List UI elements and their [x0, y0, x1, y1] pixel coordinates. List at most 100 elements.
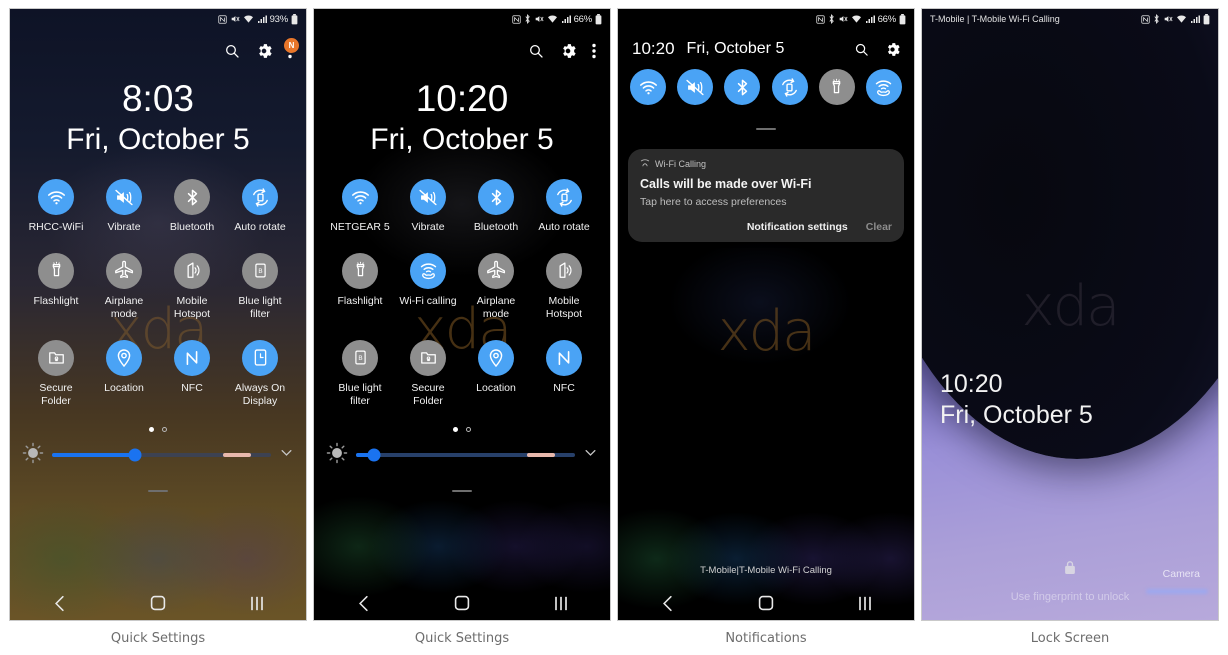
recents-icon[interactable] [537, 596, 585, 611]
recents-icon[interactable] [841, 596, 889, 611]
search-icon[interactable] [854, 42, 869, 57]
secure-folder-icon [38, 339, 74, 376]
notification-app-row: Wi-Fi Calling [640, 158, 892, 170]
back-icon[interactable] [35, 595, 83, 612]
tile-flashlight[interactable]: Flashlight [22, 252, 90, 322]
back-icon[interactable] [643, 595, 691, 612]
chevron-down-icon[interactable] [583, 445, 598, 465]
search-icon[interactable] [528, 43, 544, 59]
bluetooth-icon [524, 14, 531, 24]
more-icon[interactable] [592, 43, 596, 59]
page-dot-inactive[interactable] [162, 426, 167, 432]
panel-grabber[interactable] [618, 117, 914, 135]
tile-wi-fi[interactable] [630, 69, 666, 105]
camera-shortcut[interactable]: Camera [1163, 568, 1200, 580]
tile-mobile-hotspot[interactable]: Mobile Hotspot [158, 252, 226, 322]
tile-rhcc-wifi[interactable]: RHCC-WiFi [22, 179, 90, 235]
bluetooth-icon [1153, 14, 1160, 24]
brightness-knob[interactable] [367, 448, 381, 462]
page-dot-active[interactable] [149, 426, 154, 432]
nfc-icon [174, 339, 210, 376]
tile-mobile-hotspot[interactable]: Mobile Hotspot [530, 252, 598, 322]
tile-airplane-mode[interactable]: Airplane mode [462, 252, 530, 322]
tile-blue-light-filter[interactable]: B Blue light filter [226, 252, 294, 322]
page-dots [10, 426, 306, 432]
tile-label-10: Location [476, 381, 516, 394]
bluetooth-icon [724, 69, 761, 105]
gear-icon[interactable] [560, 43, 576, 59]
tile-vibrate[interactable] [677, 69, 714, 105]
tile-nfc[interactable]: NFC [530, 339, 598, 409]
tile-flashlight[interactable] [818, 69, 855, 105]
more-icon[interactable]: N [284, 38, 299, 59]
notification-settings-button[interactable]: Notification settings [747, 221, 848, 233]
tile-always-on-display[interactable]: Always On Display [226, 339, 294, 409]
notification-card[interactable]: Wi-Fi Calling Calls will be made over Wi… [628, 149, 904, 242]
tile-wi-fi-calling[interactable] [865, 69, 902, 105]
tile-auto-rotate[interactable] [771, 69, 808, 105]
battery-icon [899, 13, 906, 25]
search-icon[interactable] [224, 43, 240, 59]
brightness-slider[interactable] [52, 448, 271, 462]
brightness-auto-marker [526, 453, 555, 457]
tile-auto-rotate[interactable]: Auto rotate [226, 179, 294, 235]
back-icon[interactable] [339, 595, 387, 612]
nfc-icon [815, 14, 825, 24]
secure-folder-icon [410, 339, 446, 376]
blue-light-icon: B [342, 339, 378, 376]
tile-secure-folder[interactable]: Secure Folder [22, 339, 90, 409]
tile-nfc[interactable]: NFC [158, 339, 226, 409]
gear-icon[interactable] [885, 42, 900, 57]
tile-flashlight[interactable]: Flashlight [326, 252, 394, 322]
bluetooth-icon [828, 14, 835, 24]
panel-grabber[interactable] [314, 479, 610, 497]
panel-grabber[interactable] [10, 479, 306, 497]
page-dot-inactive[interactable] [466, 426, 471, 432]
recents-icon[interactable] [233, 596, 281, 611]
tile-label-7: Mobile Hotspot [545, 294, 583, 321]
clear-button[interactable]: Clear [866, 221, 892, 233]
tile-wi-fi-calling[interactable]: Wi-Fi calling [394, 252, 462, 322]
airplane-icon [478, 252, 514, 289]
tile-bluetooth[interactable]: Bluetooth [462, 179, 530, 235]
auto-rotate-icon [771, 69, 808, 105]
brightness-fill [52, 453, 136, 457]
tile-netgear-5[interactable]: NETGEAR 5 [326, 179, 394, 235]
mute-icon [1163, 14, 1173, 24]
brightness-icon[interactable] [326, 442, 348, 469]
home-icon[interactable] [134, 595, 182, 611]
tile-bluetooth[interactable]: Bluetooth [158, 179, 226, 235]
signal-icon [865, 15, 875, 24]
wifi-icon [547, 15, 558, 24]
tile-bluetooth[interactable] [724, 69, 761, 105]
tile-vibrate[interactable]: Vibrate [394, 179, 462, 235]
navigation-bar [618, 586, 914, 620]
tile-airplane-mode[interactable]: Airplane mode [90, 252, 158, 322]
tile-secure-folder[interactable]: Secure Folder [394, 339, 462, 409]
notifications-header: 10:20 Fri, October 5 [618, 29, 914, 59]
always-on-display-icon [242, 339, 278, 376]
page-dot-active[interactable] [453, 426, 458, 432]
home-icon[interactable] [742, 595, 790, 611]
caption-2: Notifications [725, 631, 807, 646]
tile-location[interactable]: Location [90, 339, 158, 409]
auto-rotate-icon [242, 179, 278, 215]
brightness-icon[interactable] [22, 442, 44, 469]
tile-vibrate[interactable]: Vibrate [90, 179, 158, 235]
mute-icon [230, 14, 240, 24]
tile-label-11: NFC [553, 381, 575, 394]
home-icon[interactable] [438, 595, 486, 611]
chevron-down-icon[interactable] [279, 445, 294, 465]
brightness-slider[interactable] [356, 448, 575, 462]
tile-location[interactable]: Location [462, 339, 530, 409]
brightness-knob[interactable] [128, 448, 142, 462]
tile-auto-rotate[interactable]: Auto rotate [530, 179, 598, 235]
nfc-icon [546, 339, 582, 376]
gear-icon[interactable] [256, 43, 272, 59]
caption-0: Quick Settings [110, 631, 206, 646]
panel-quick-settings-1: 93% N 8:03 Fri, October 5 xda RHCC-WiFi … [8, 8, 308, 622]
auto-rotate-icon [546, 179, 582, 215]
wifi-icon [851, 15, 862, 24]
tile-label-0: RHCC-WiFi [28, 221, 84, 233]
tile-blue-light-filter[interactable]: B Blue light filter [326, 339, 394, 409]
